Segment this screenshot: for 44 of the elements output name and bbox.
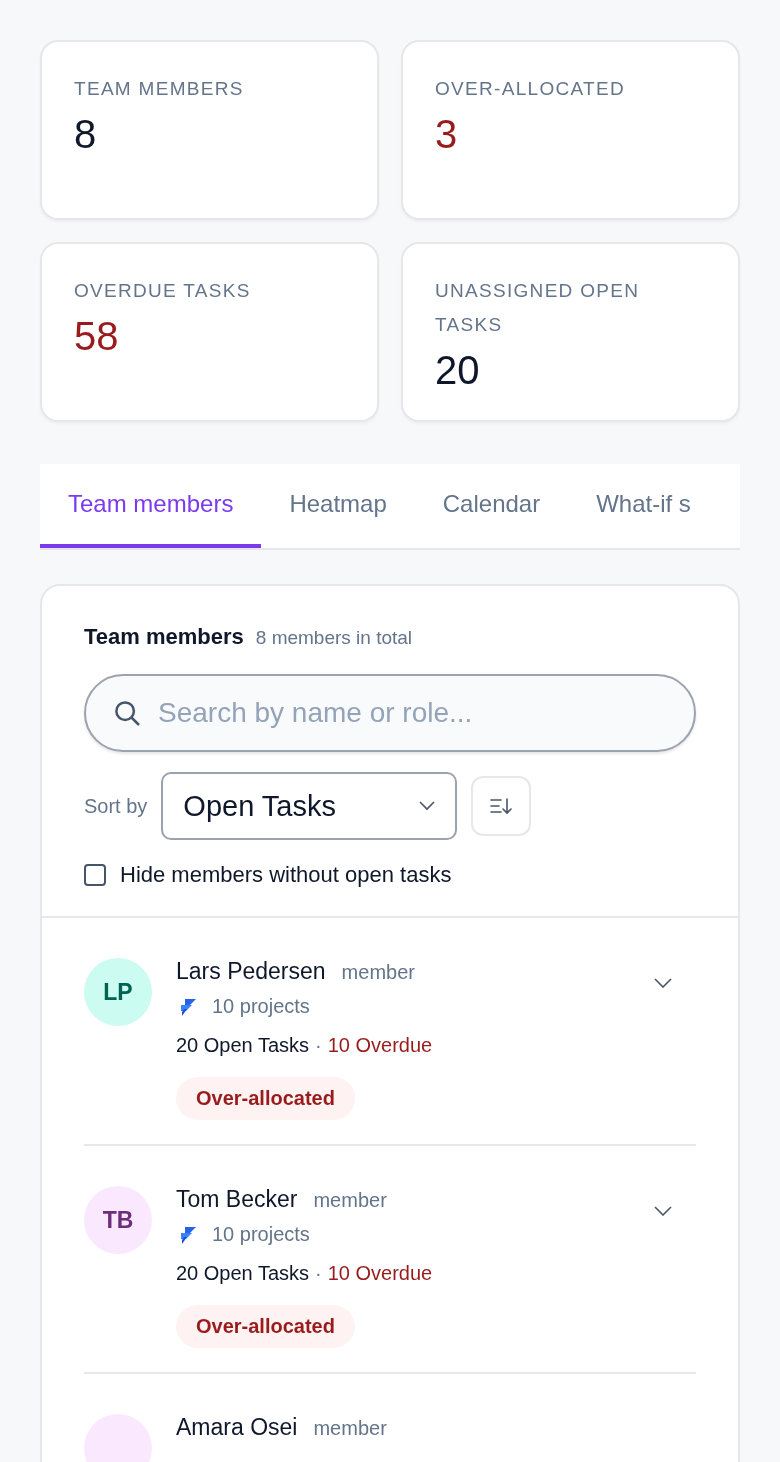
stat-label: OVERDUE TASKS [74,279,252,303]
panel-title: Team members [84,624,244,650]
member-role: member [313,1417,387,1440]
stat-value: 8 [74,112,98,157]
search-icon [112,698,142,728]
chevron-down-icon [654,978,672,988]
stat-value: 3 [435,112,459,157]
member-role: member [341,961,415,984]
open-tasks: 20 Open Tasks [176,1034,310,1057]
member-count: 8 members in total [255,627,413,649]
sort-select[interactable]: Open Tasks [161,772,458,840]
sort-label: Sort by [84,794,148,818]
tab[interactable]: Heatmap [261,464,415,548]
project-count: 10 projects [212,995,310,1018]
overdue-count: 10 Overdue [327,1262,433,1285]
checkbox-label: Hide members without open tasks [120,862,452,888]
overdue-count: 10 Overdue [327,1034,433,1057]
separator-dot: · [315,1262,322,1285]
separator-dot: · [315,1034,322,1057]
chevron-down-icon [654,1206,672,1216]
status-badge: Over-allocated [176,1077,355,1120]
status-badge: Over-allocated [176,1305,355,1348]
stat-value: 20 [435,348,481,393]
avatar: TB [84,1186,152,1254]
stat-value: 58 [74,314,120,359]
project-count: 10 projects [212,1223,310,1246]
open-tasks: 20 Open Tasks [176,1262,310,1285]
sort-order-button[interactable] [471,776,532,836]
member-name: Amara Osei [176,1414,298,1441]
member-name: Tom Becker [176,1186,298,1213]
caret-icon [419,801,436,811]
member-role: member [313,1189,387,1212]
tab[interactable]: What-if s [568,464,719,548]
tab[interactable]: Team members [40,464,262,548]
search-input[interactable]: Search by name or role... [156,696,668,730]
tab[interactable]: Calendar [414,464,569,548]
stat-label: OVER-ALLOCATED [435,77,626,101]
checkbox[interactable] [84,864,106,886]
search-field[interactable]: Search by name or role... [84,674,696,752]
avatar: LP [84,958,152,1026]
stat-label: UNASSIGNED OPEN TASKS [435,279,641,337]
member-name: Lars Pedersen [176,958,326,985]
sort-icon [489,796,514,816]
stat-label: TEAM MEMBERS [74,77,245,101]
